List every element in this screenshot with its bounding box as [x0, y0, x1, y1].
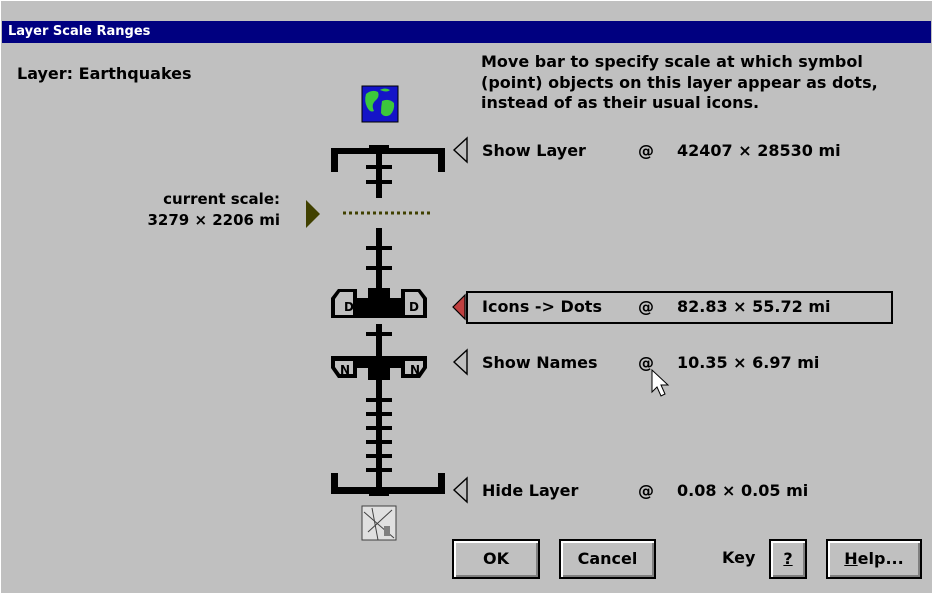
icons-dots-label[interactable]: Icons -> Dots	[482, 297, 602, 316]
show-names-at: @	[638, 353, 654, 372]
help-button-mnemonic: H	[844, 549, 858, 568]
icons-dots-value: 82.83 × 55.72 mi	[677, 297, 831, 316]
dots-marker-letter-right: D	[409, 300, 419, 314]
show-layer-value: 42407 × 28530 mi	[677, 141, 841, 160]
key-label: Key	[722, 548, 756, 567]
icons-dots-pointer[interactable]	[452, 293, 466, 321]
ticks-lower1	[366, 332, 392, 336]
show-names-pointer[interactable]	[452, 348, 468, 376]
show-layer-label[interactable]: Show Layer	[482, 141, 586, 160]
hide-layer-value: 0.08 × 0.05 mi	[677, 481, 809, 500]
show-layer-at: @	[638, 141, 654, 160]
show-names-label[interactable]: Show Names	[482, 353, 598, 372]
key-help-button[interactable]: ?	[769, 539, 807, 579]
dots-marker-letter-left: D	[344, 300, 354, 314]
names-marker-letter-left: N	[340, 363, 350, 377]
ok-button[interactable]: OK	[452, 539, 540, 579]
help-button-label: elp...	[857, 549, 904, 568]
key-help-button-label: ?	[783, 549, 793, 568]
hide-layer-pointer[interactable]	[452, 476, 468, 504]
cancel-button[interactable]: Cancel	[559, 539, 656, 579]
hide-layer-at: @	[638, 481, 654, 500]
show-layer-pointer[interactable]	[452, 136, 468, 164]
hide-layer-bracket[interactable]	[331, 473, 445, 496]
current-scale-marker	[306, 200, 320, 228]
hide-layer-label[interactable]: Hide Layer	[482, 481, 578, 500]
street-map-icon	[361, 505, 397, 541]
icons-dots-at: @	[638, 297, 654, 316]
cursor-icon	[651, 368, 670, 397]
show-names-value: 10.35 × 6.97 mi	[677, 353, 820, 372]
globe-icon	[361, 85, 399, 123]
names-marker-letter-right: N	[410, 363, 420, 377]
help-button[interactable]: Help...	[826, 539, 922, 579]
